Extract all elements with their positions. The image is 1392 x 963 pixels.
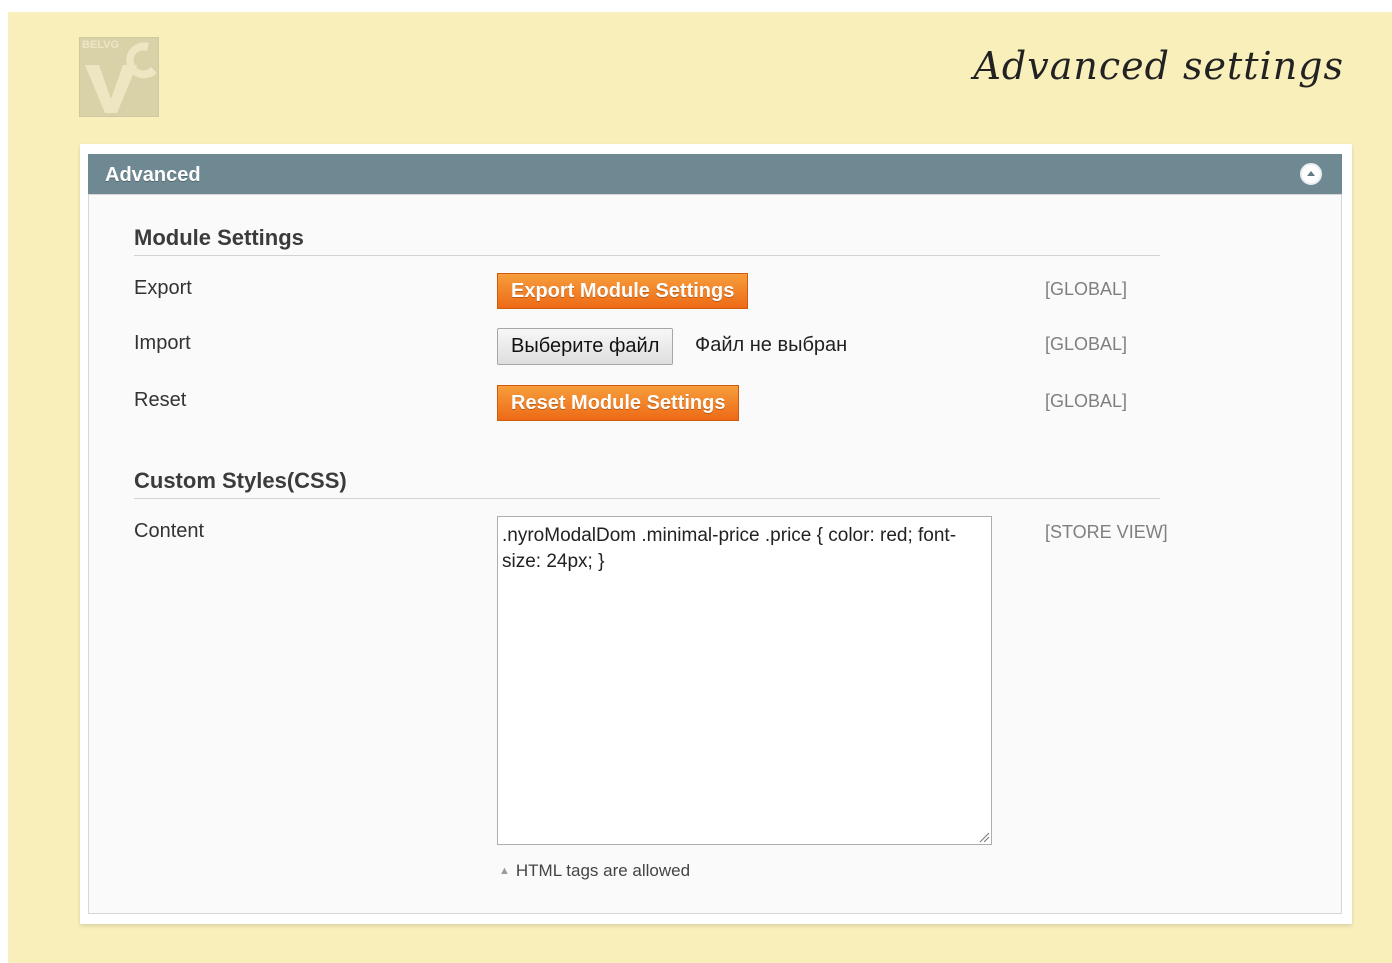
reset-scope: [GLOBAL] <box>1045 391 1128 411</box>
module-settings-section: Module Settings <box>134 225 1160 256</box>
file-status: Файл не выбран <box>695 334 848 356</box>
content-scope: [STORE VIEW] <box>1045 522 1168 542</box>
choose-file-button[interactable]: Выберите файл <box>497 328 674 365</box>
export-label: Export <box>134 277 192 299</box>
html-note-text: HTML tags are allowed <box>515 861 691 880</box>
reset-label: Reset <box>134 389 187 411</box>
section-title-custom-styles: Custom Styles(CSS) <box>134 468 347 493</box>
html-note: ▲ HTML tags are allowed <box>499 861 690 881</box>
export-module-settings-button[interactable]: Export Module Settings <box>497 273 749 309</box>
triangle-note-icon: ▲ <box>499 865 510 877</box>
advanced-panel: Advanced Module Settings Export Export M… <box>80 144 1352 924</box>
import-label: Import <box>134 332 191 354</box>
panel-header[interactable]: Advanced <box>88 154 1342 194</box>
export-scope: [GLOBAL] <box>1045 279 1128 299</box>
resize-grip-icon[interactable] <box>978 830 990 848</box>
panel-body: Module Settings Export Export Module Set… <box>88 194 1342 914</box>
content-label: Content <box>134 520 205 542</box>
import-scope: [GLOBAL] <box>1045 334 1128 354</box>
section-title-module-settings: Module Settings <box>134 225 304 250</box>
belvg-logo: BELVG <box>78 36 160 118</box>
css-content-textarea[interactable]: .nyroModalDom .minimal-price .price { co… <box>497 516 992 845</box>
svg-text:BELVG: BELVG <box>82 39 119 51</box>
panel-title: Advanced <box>105 164 201 186</box>
custom-styles-section: Custom Styles(CSS) <box>134 468 1160 499</box>
page-background: BELVG Advanced settings Advanced Module … <box>8 12 1392 963</box>
collapse-up-icon[interactable] <box>1300 163 1322 185</box>
page-title: Advanced settings <box>973 44 1344 88</box>
reset-module-settings-button[interactable]: Reset Module Settings <box>497 385 740 421</box>
